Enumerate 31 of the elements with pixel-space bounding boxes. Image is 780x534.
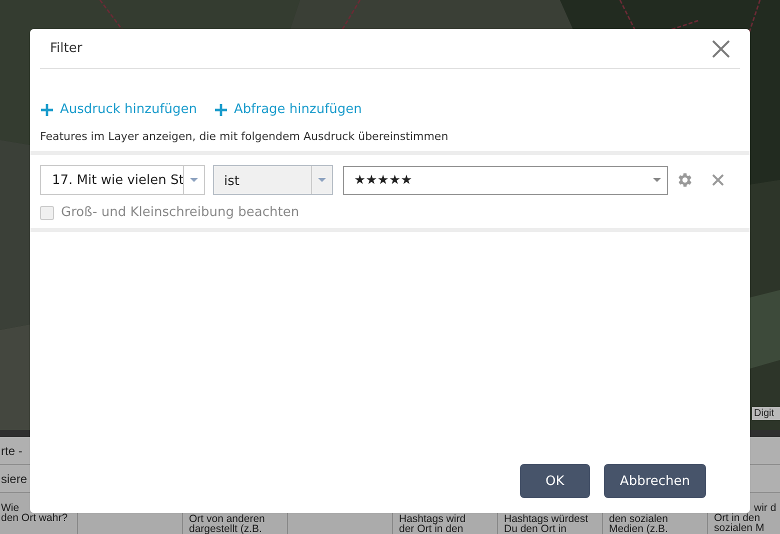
- toolbar-item[interactable]: siere: [0, 472, 28, 486]
- plus-icon: [41, 104, 53, 116]
- cell-text: Hashtags wird: [399, 514, 466, 524]
- dialog-title: Filter: [50, 41, 82, 56]
- attribution-text: Digit: [752, 407, 780, 420]
- table-title: rte -: [0, 444, 22, 458]
- cell-text: sozialen M: [714, 523, 764, 533]
- caret-icon: [653, 178, 661, 182]
- cell-text: Wie: [1, 503, 20, 513]
- cell-text: der Ort in den: [399, 524, 464, 534]
- remove-icon[interactable]: [712, 174, 724, 186]
- cell-text: Du den Ort in: [504, 524, 566, 534]
- operator-dropdown[interactable]: ist: [213, 165, 333, 195]
- cell-text: Ort von anderen: [189, 514, 265, 524]
- caret-icon: [318, 178, 326, 182]
- cell-text: Medien (z.B.: [609, 524, 668, 534]
- cell-text: Hashtags würdest: [504, 514, 588, 524]
- cell-text: den sozialen: [609, 514, 668, 524]
- plus-icon: [215, 104, 228, 116]
- settings-icon[interactable]: [676, 171, 694, 189]
- caret-icon: [190, 178, 198, 182]
- cell-text: wir d: [754, 503, 776, 513]
- cell-text: den Ort wahr?: [1, 513, 68, 523]
- cell-text: dargestellt (z.B.: [189, 524, 262, 534]
- description-text: Features im Layer anzeigen, die mit folgendem Ausdruck übereinstimmen: [39, 129, 450, 143]
- checkbox-label: Groß- und Kleinschreibung beachten: [61, 205, 300, 220]
- cancel-button[interactable]: Abbrechen: [604, 464, 706, 498]
- close-icon[interactable]: [712, 40, 730, 58]
- value-dropdown[interactable]: ★★★★★: [343, 166, 668, 194]
- ok-button[interactable]: OK: [520, 464, 590, 498]
- cell-text: Ort in den: [714, 513, 760, 523]
